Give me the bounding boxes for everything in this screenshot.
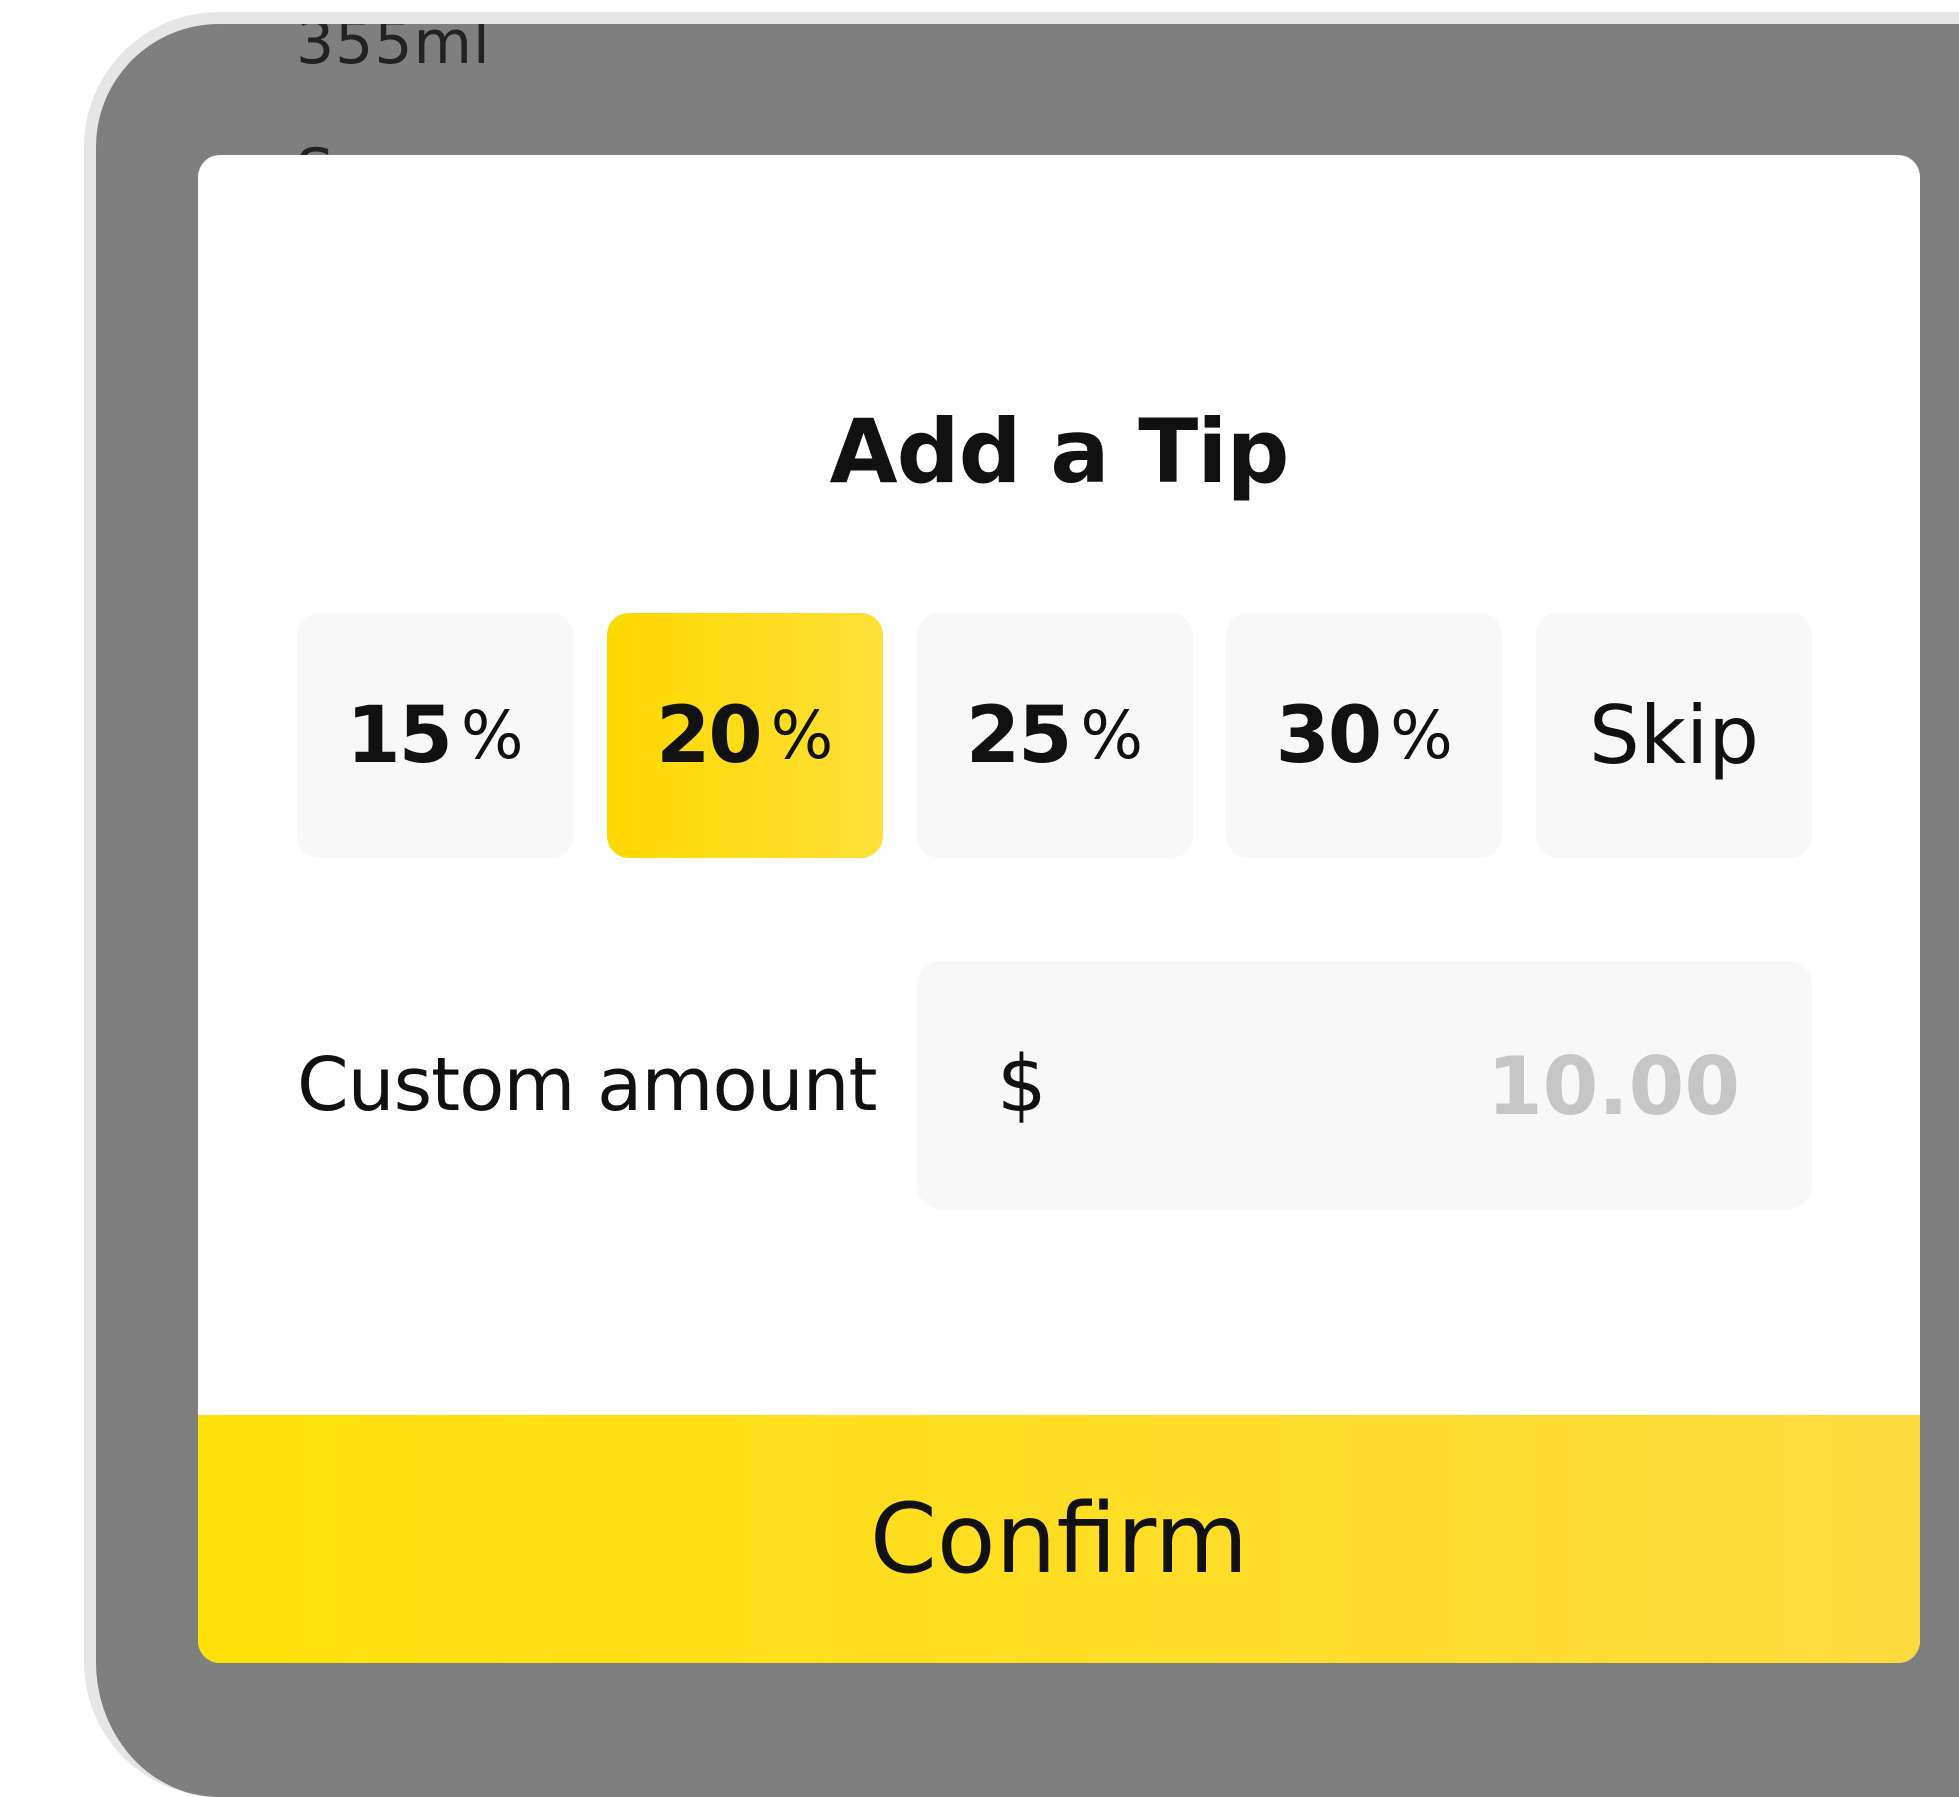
tip-option-label: Skip: [1588, 689, 1760, 782]
tip-option-percent: %: [770, 697, 834, 774]
tip-options: 15% 20% 25% 30% Skip: [297, 613, 1812, 858]
tip-option-percent: %: [1390, 697, 1453, 774]
custom-amount-field[interactable]: $: [917, 961, 1812, 1209]
tip-option-value: 20: [656, 690, 763, 781]
custom-amount-label: Custom amount: [297, 1042, 878, 1128]
background-item-volume: 355ml: [296, 12, 491, 78]
currency-symbol: $: [997, 1040, 1047, 1130]
tip-option-20[interactable]: 20%: [606, 613, 883, 858]
confirm-button[interactable]: Confirm: [198, 1415, 1920, 1663]
tip-option-percent: %: [460, 697, 524, 774]
tip-option-value: 15: [346, 690, 453, 781]
tip-option-30[interactable]: 30%: [1226, 613, 1503, 858]
tip-option-percent: %: [1080, 697, 1144, 774]
tip-option-15[interactable]: 15%: [297, 613, 573, 858]
custom-amount-row: Custom amount $: [297, 961, 1812, 1209]
tip-option-value: 30: [1275, 690, 1383, 781]
tip-option-value: 25: [965, 690, 1073, 781]
custom-amount-input[interactable]: [1138, 1015, 1742, 1157]
tip-option-25[interactable]: 25%: [916, 613, 1193, 858]
tip-dialog: Add a Tip 15% 20% 25% 30% Skip Custom am…: [198, 155, 1920, 1663]
dialog-title: Add a Tip: [829, 400, 1290, 503]
tip-option-skip[interactable]: Skip: [1536, 613, 1812, 858]
